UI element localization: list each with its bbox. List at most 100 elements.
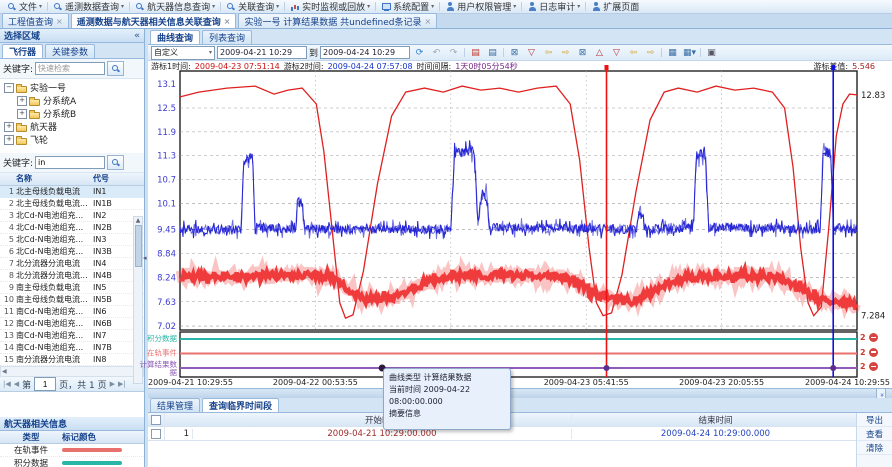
close-icon[interactable]: × (56, 17, 63, 26)
search-button[interactable] (107, 61, 124, 76)
results-row[interactable]: 12009-04-21 10:29:00.0002009-04-24 10:29… (148, 427, 892, 441)
quick-search-input[interactable] (35, 62, 105, 75)
first-page-button[interactable]: |◀ (3, 380, 11, 388)
clear-button[interactable]: 清除 (857, 441, 892, 455)
table-row[interactable]: 2北主母线负载电流...IN1B (0, 198, 144, 210)
valley-down-button[interactable]: ▽ (609, 45, 624, 60)
expand-node-icon[interactable]: + (17, 96, 27, 106)
remove-lane-icon[interactable] (869, 362, 878, 371)
table-row[interactable]: 1北主母线负载电流IN1 (0, 186, 144, 198)
print-button[interactable]: ▣ (704, 45, 719, 60)
sidebar-tab-1[interactable]: 飞行器 (2, 44, 43, 58)
table-row[interactable]: 4北Cd-N电池组充...IN2B (0, 222, 144, 234)
table-row[interactable]: 3北Cd-N电池组充...IN2 (0, 210, 144, 222)
undo-button[interactable]: ↶ (429, 45, 444, 60)
tree-node-3[interactable]: +分系统B (0, 107, 144, 120)
splitter-grip-icon[interactable]: ◂ (143, 254, 147, 262)
y-tick-label: 13.1 (157, 80, 176, 90)
zoom-box-y-button[interactable]: ⊠ (575, 45, 590, 60)
zoom-box-x-icon: ⊠ (511, 48, 519, 58)
lane-count: 2 (860, 348, 866, 357)
chevron-down-icon: ▾ (39, 3, 42, 10)
sidebar-tab-2[interactable]: 关键参数 (45, 44, 95, 58)
page-number-input[interactable] (34, 377, 56, 391)
redo-button[interactable]: ↷ (446, 45, 461, 60)
menu-separator (220, 2, 221, 11)
zoom-box-x-button[interactable]: ⊠ (507, 45, 522, 60)
prev-page-button[interactable]: ◀ (14, 380, 19, 388)
collapse-sidebar-icon[interactable]: « (134, 31, 140, 41)
expand-node-icon[interactable]: + (4, 122, 14, 132)
plot-area[interactable]: 13.112.511.911.310.710.19.458.848.247.63… (148, 67, 892, 389)
time-preset-select[interactable]: 自定义▾ (151, 46, 215, 60)
last-page-button[interactable]: ▶| (118, 380, 126, 388)
view-button[interactable]: 查看 (857, 427, 892, 441)
table-row[interactable]: 9南主母线负载电流IN5 (0, 282, 144, 294)
table-row[interactable]: 12南Cd-N电池组充...IN6B (0, 318, 144, 330)
horizontal-scrollbar[interactable]: ◀▶ (0, 366, 144, 377)
tree-node-4[interactable]: +航天器 (0, 120, 144, 133)
menu-item-7[interactable]: 用户权限管理▾ (441, 1, 520, 13)
menu-item-6[interactable]: 系统配置▾ (377, 1, 438, 13)
expand-node-icon[interactable]: + (17, 109, 27, 119)
remove-lane-icon[interactable] (869, 333, 878, 342)
search-button[interactable] (107, 155, 124, 170)
menu-item-4[interactable]: 关联查询▾ (222, 1, 283, 13)
menu-item-1[interactable]: 文件▾ (3, 1, 46, 13)
chart-tab-2[interactable]: 列表查询 (202, 30, 252, 44)
to-date-input[interactable] (320, 46, 410, 59)
table-row[interactable]: 13南Cd-N电池组充...IN7 (0, 330, 144, 342)
tree-node-5[interactable]: +飞轮 (0, 133, 144, 146)
param-search-input[interactable] (35, 156, 105, 169)
menu-item-3[interactable]: 航天器信息查询▾ (131, 1, 219, 13)
table-row[interactable]: 5北Cd-N电池组充...IN3 (0, 234, 144, 246)
parameter-table-scrollbar[interactable]: ▲ (133, 216, 143, 384)
from-date-input[interactable] (217, 46, 307, 59)
funnel-down-button[interactable]: ▽ (524, 45, 539, 60)
collapse-node-icon[interactable]: − (4, 83, 14, 93)
table-row[interactable]: 11南Cd-N电池组充...IN6 (0, 306, 144, 318)
tree-node-1[interactable]: −实验一号 (0, 81, 144, 94)
menu-item-8[interactable]: 日志审计▾ (523, 1, 584, 13)
legend-color-bar (62, 448, 122, 452)
results-tab-2[interactable]: 查询临界时间段 (202, 398, 279, 412)
select-all-checkbox[interactable] (151, 415, 161, 425)
grid-button[interactable]: ▦ (665, 45, 680, 60)
expand-node-icon[interactable]: + (4, 135, 14, 145)
menu-item-2[interactable]: 遥测数据查询▾ (49, 1, 128, 13)
copy-image-button[interactable]: ▤ (485, 45, 500, 60)
results-tab-1[interactable]: 结果管理 (150, 398, 200, 412)
pan-left-button[interactable]: ⇦ (541, 45, 556, 60)
refresh-button[interactable]: ⟳ (412, 45, 427, 60)
remove-lane-icon[interactable] (869, 348, 878, 357)
menu-item-9[interactable]: 扩展页面 (587, 1, 643, 13)
table-row[interactable]: 7北分流器分流电流IN4 (0, 258, 144, 270)
close-icon[interactable]: × (424, 17, 431, 26)
table-row[interactable]: 10南主母线负载电流...IN5B (0, 294, 144, 306)
doc-tab-3[interactable]: 实验一号 计算结果数据 共undefined条记录× (238, 13, 437, 28)
next-page-button[interactable]: ▶ (110, 380, 115, 388)
chart-tab-1[interactable]: 曲线查询 (150, 30, 200, 44)
zoom-box-y-icon: ⊠ (579, 48, 587, 58)
pan-right-button[interactable]: ⇨ (558, 45, 573, 60)
close-icon[interactable]: × (224, 17, 231, 26)
table-row[interactable]: 15南分流器分流电流IN8 (0, 354, 144, 366)
row-checkbox[interactable] (151, 429, 161, 439)
peak-up-button[interactable]: △ (592, 45, 607, 60)
save-image-button[interactable]: ▤ (468, 45, 483, 60)
row-index: 1 (0, 187, 16, 196)
table-row[interactable]: 6北Cd-N电池组充...IN3B (0, 246, 144, 258)
doc-tab-1[interactable]: 工程值查询× (2, 13, 69, 28)
shift-left-button[interactable]: ⇦ (626, 45, 641, 60)
doc-tab-2[interactable]: 遥测数据与航天器相关信息关联查询× (71, 13, 237, 28)
table-row[interactable]: 8北分流器分流电流...IN4B (0, 270, 144, 282)
event-lane-label: 据 (170, 368, 178, 377)
tree-node-2[interactable]: +分系统A (0, 94, 144, 107)
export-button[interactable]: 导出 (857, 413, 892, 427)
table-row[interactable]: 14南Cd-N电池组充...IN7B (0, 342, 144, 354)
toolbar-separator (464, 48, 465, 57)
grid-menu-button[interactable]: ▦▾ (682, 45, 697, 60)
shift-right-button[interactable]: ⇨ (643, 45, 658, 60)
menu-item-5[interactable]: 实时监视或回放▾ (286, 1, 374, 13)
telemetry-chart[interactable]: 13.112.511.911.310.710.19.458.848.247.63… (148, 67, 892, 389)
